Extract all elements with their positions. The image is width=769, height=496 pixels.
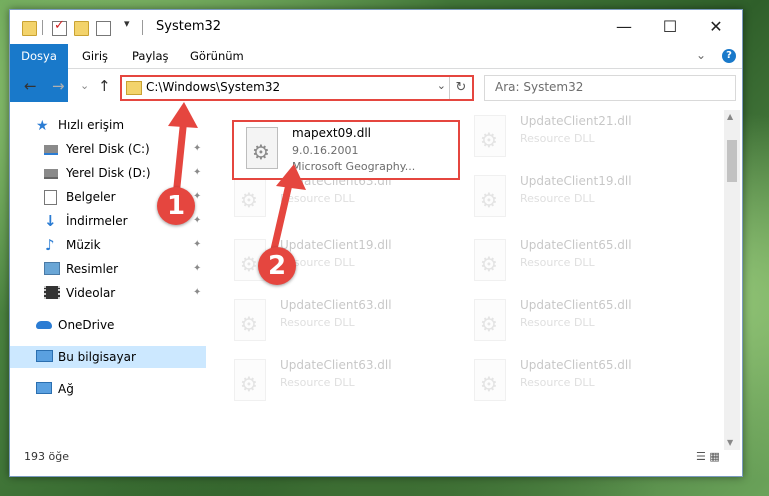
arrow-1-head xyxy=(168,102,198,128)
step-2-badge: 2 xyxy=(258,247,296,285)
step-1-badge: 1 xyxy=(157,187,195,225)
arrow-1-shaft xyxy=(172,117,188,197)
arrow-2-head xyxy=(276,164,306,190)
annotation-arrows xyxy=(168,102,306,259)
